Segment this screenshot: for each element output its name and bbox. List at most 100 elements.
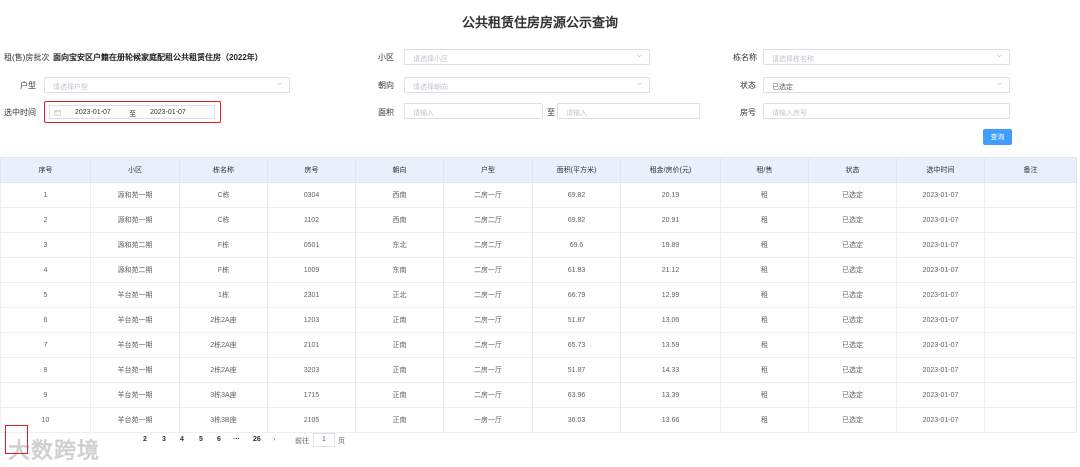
table-cell: 租: [720, 207, 809, 233]
page-3[interactable]: 3: [162, 436, 166, 443]
table-cell: 2023-01-07: [896, 257, 985, 283]
table-row[interactable]: 8 羊台苑一期 2栋2A座 3203 正南 二房一厅 51.87 14.33 租已选定 2023-…: [0, 357, 1077, 383]
table-row[interactable]: 3 源和苑二期 F栋 0501 东北 二房二厅 69.6 19.89 租已选定 2023-01-0…: [0, 232, 1077, 258]
table-cell: [984, 382, 1077, 408]
table-row[interactable]: 2 源和苑一期 C栋 1102 西南 二房二厅 69.82 20.91 租已选定 2023-01-…: [0, 207, 1077, 233]
table-cell: 51.87: [532, 357, 621, 383]
table-cell: 2023-01-07: [896, 332, 985, 358]
table-cell: [984, 182, 1077, 208]
column-header: 备注: [984, 157, 1077, 183]
table-row[interactable]: 7 羊台苑一期 2栋2A座 2101 正南 二房一厅 65.73 13.59 租已选定 2023-…: [0, 332, 1077, 358]
table-cell: 3203: [267, 357, 356, 383]
table-cell: 2023-01-07: [896, 357, 985, 383]
table-cell: 20.19: [620, 182, 721, 208]
table-cell: 2023-01-07: [896, 182, 985, 208]
table-cell: 2栋2A座: [179, 332, 268, 358]
next-page-button[interactable]: ›: [273, 436, 275, 443]
page-6[interactable]: 6: [217, 436, 221, 443]
page-4[interactable]: 4: [180, 436, 184, 443]
table-row[interactable]: 4 源和苑二期 F栋 1009 东南 二房一厅 61.83 21.12 租已选定 2023-01-…: [0, 257, 1077, 283]
table-row[interactable]: 6 羊台苑一期 2栋2A座 1203 正南 二房一厅 51.87 13.06 租已选定 2023-…: [0, 307, 1077, 333]
goto-page-input[interactable]: 1: [313, 433, 335, 447]
date-from[interactable]: 2023-01-07: [75, 109, 111, 116]
table-row[interactable]: 1 源和苑一期 C栋 0304 西南 二房一厅 69.82 20.19 租已选定 2023-01-…: [0, 182, 1077, 208]
table-cell: 二房二厅: [443, 207, 533, 233]
table-cell: 二房二厅: [443, 232, 533, 258]
table-cell: 羊台苑一期: [90, 307, 180, 333]
area-to-input[interactable]: 请输入: [557, 103, 700, 119]
table-cell: 2: [0, 207, 91, 233]
query-button[interactable]: 查询: [983, 129, 1012, 145]
batch-value: 面向宝安区户籍在册轮候家庭配租公共租赁住房（2022年）: [53, 53, 263, 62]
table-cell: [984, 207, 1077, 233]
column-header: 户型: [443, 157, 533, 183]
table-cell: 2023-01-07: [896, 307, 985, 333]
table-cell: 8: [0, 357, 91, 383]
table-cell: 21.12: [620, 257, 721, 283]
table-row[interactable]: 5 羊台苑一期 1栋 2301 正北 二房一厅 66.79 12.99 租已选定 2023-01-…: [0, 282, 1077, 308]
chevron-down-icon: [277, 82, 282, 86]
table-cell: 二房一厅: [443, 332, 533, 358]
table-cell: 已选定: [808, 407, 897, 433]
table-cell: 二房一厅: [443, 357, 533, 383]
goto-label: 前往: [295, 438, 309, 445]
building-label: 栋名称: [733, 53, 757, 62]
room-input[interactable]: 请输入房号: [763, 103, 1010, 119]
table-cell: 1102: [267, 207, 356, 233]
table-cell: 20.91: [620, 207, 721, 233]
table-cell: 一房一厅: [443, 407, 533, 433]
orientation-select[interactable]: 请选择朝向: [404, 77, 650, 93]
table-cell: 3: [0, 232, 91, 258]
page-ellipsis[interactable]: ···: [233, 436, 240, 443]
table-cell: 源和苑一期: [90, 207, 180, 233]
table-cell: 租: [720, 232, 809, 258]
table-cell: 正南: [355, 357, 444, 383]
table-cell: 4: [0, 257, 91, 283]
table-cell: 已选定: [808, 207, 897, 233]
orientation-label: 朝向: [378, 81, 394, 90]
page-last[interactable]: 26: [253, 436, 261, 443]
table-cell: 已选定: [808, 182, 897, 208]
table-cell: 2栋2A座: [179, 307, 268, 333]
table-cell: 已选定: [808, 382, 897, 408]
page-5[interactable]: 5: [199, 436, 203, 443]
table-cell: 已选定: [808, 282, 897, 308]
table-cell: 已选定: [808, 232, 897, 258]
building-select[interactable]: 请选择栋名称: [763, 49, 1010, 65]
table-cell: 0501: [267, 232, 356, 258]
table-cell: 二房一厅: [443, 257, 533, 283]
table-cell: 西南: [355, 182, 444, 208]
table-cell: 东北: [355, 232, 444, 258]
community-select[interactable]: 请选择小区: [404, 49, 650, 65]
table-cell: F栋: [179, 257, 268, 283]
date-to[interactable]: 2023-01-07: [150, 109, 186, 116]
table-cell: 12.99: [620, 282, 721, 308]
date-range-picker[interactable]: 2023-01-07 至 2023-01-07: [49, 105, 215, 119]
table-cell: 源和苑一期: [90, 182, 180, 208]
area-from-placeholder: 请输入: [413, 110, 434, 117]
table-cell: 羊台苑一期: [90, 407, 180, 433]
table-cell: 69.82: [532, 207, 621, 233]
status-select[interactable]: 已选定: [763, 77, 1010, 93]
page-2[interactable]: 2: [143, 436, 147, 443]
room-placeholder: 请输入房号: [772, 110, 807, 117]
table-cell: 3栋3A座: [179, 382, 268, 408]
column-header: 小区: [90, 157, 180, 183]
table-cell: [984, 407, 1077, 433]
time-label: 选中时间: [4, 108, 36, 117]
table-cell: [984, 357, 1077, 383]
page-title: 公共租赁住房房源公示查询: [461, 15, 618, 30]
table-cell: 羊台苑一期: [90, 332, 180, 358]
table-cell: 2栋2A座: [179, 357, 268, 383]
table-cell: [984, 257, 1077, 283]
table-row[interactable]: 9 羊台苑一期 3栋3A座 1715 正南 二房一厅 63.96 13.39 租已选定 2023-…: [0, 382, 1077, 408]
table-cell: 1715: [267, 382, 356, 408]
table-cell: 0304: [267, 182, 356, 208]
table-cell: 13.06: [620, 307, 721, 333]
type-select[interactable]: 请选择户型: [44, 77, 290, 93]
community-placeholder: 请选择小区: [413, 56, 448, 63]
table-cell: 1009: [267, 257, 356, 283]
table-cell: F栋: [179, 232, 268, 258]
area-from-input[interactable]: 请输入: [404, 103, 543, 119]
table-row[interactable]: 10 羊台苑一期 3栋3B座 2105 正南 一房一厅 36.03 13.66 租已选定 2023…: [0, 407, 1077, 433]
